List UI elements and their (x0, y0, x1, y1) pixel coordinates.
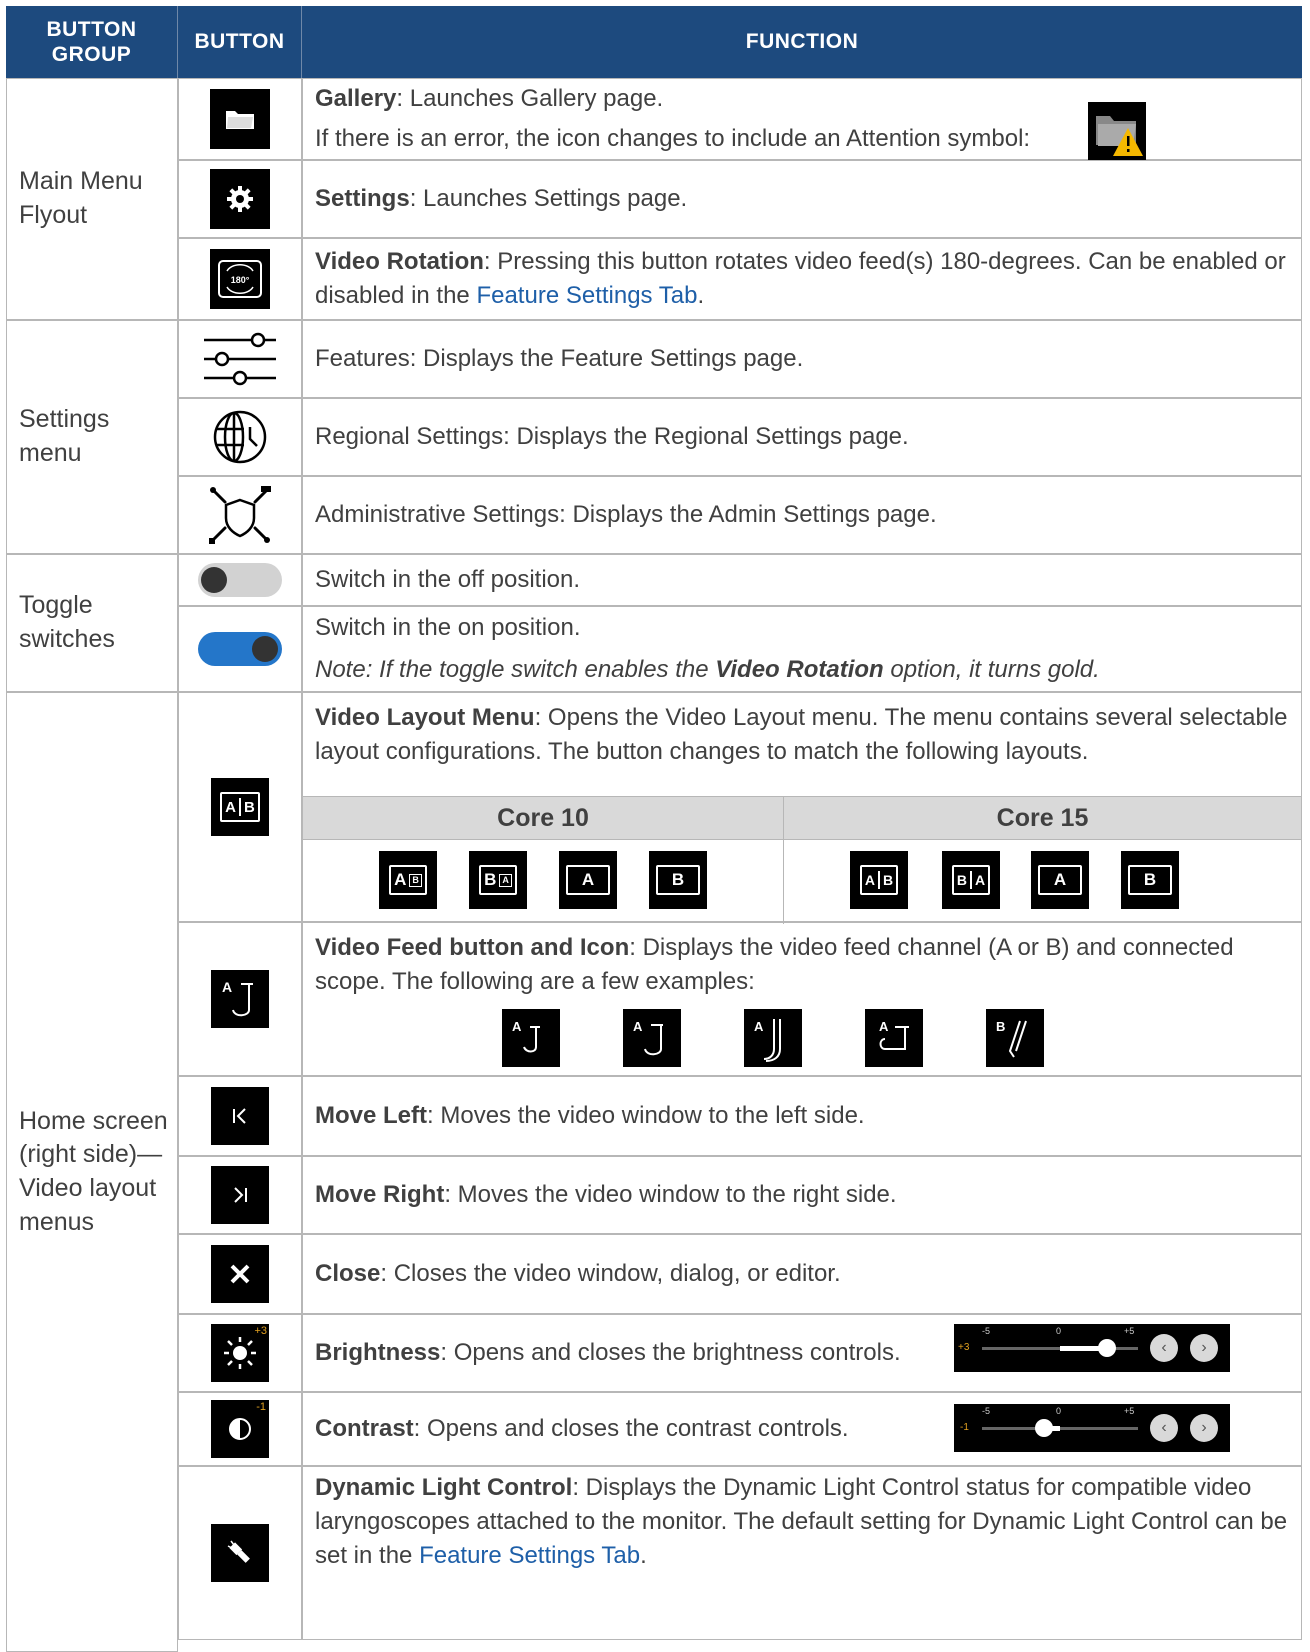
contrast-cell: -1 (178, 1392, 302, 1466)
admin-shield-tools-icon[interactable] (207, 484, 273, 546)
scope-example-icon: B (986, 1009, 1044, 1067)
move-left-cell (178, 1076, 302, 1156)
admin-button-cell (178, 476, 302, 554)
feed-function: Video Feed button and Icon: Displays the… (302, 922, 1302, 1076)
contrast-slider-preview: -1 -5 0 +5 ‹ › (954, 1404, 1230, 1452)
move-right-function: Move Right: Moves the video window to th… (302, 1156, 1302, 1234)
close-function: Close: Closes the video window, dialog, … (302, 1234, 1302, 1314)
dlc-cell (178, 1466, 302, 1640)
core15-layouts: AB BA A B (784, 839, 1301, 924)
brightness-slider-preview: +3 -5 0 +5 ‹ › (954, 1324, 1230, 1372)
gallery-button-cell (178, 78, 302, 160)
core10-layouts: AB BA A B (303, 839, 784, 924)
increase-icon: › (1190, 1334, 1218, 1362)
increase-icon: › (1190, 1414, 1218, 1442)
toggle-switch-off[interactable] (198, 563, 282, 597)
brightness-value-badge: +3 (254, 1325, 267, 1337)
svg-text:A: A (633, 1019, 643, 1034)
slider-knob (1035, 1419, 1054, 1437)
folder-icon[interactable] (210, 89, 270, 149)
sliders-icon[interactable] (202, 330, 278, 388)
layout-ba-side-icon[interactable]: BA (942, 851, 1000, 909)
layout-b-pip-a-icon[interactable]: BA (469, 851, 527, 909)
move-right-cell (178, 1156, 302, 1234)
decrease-icon: ‹ (1150, 1334, 1178, 1362)
flashlight-icon[interactable] (211, 1524, 269, 1582)
scope-example-icon: A (744, 1009, 802, 1067)
video-feed-a-icon[interactable]: A (211, 970, 269, 1028)
scope-example-icon: A (865, 1009, 923, 1067)
layout-a-pip-b-icon[interactable]: AB (379, 851, 437, 909)
layout-button-cell: AB (178, 692, 302, 922)
svg-text:180°: 180° (231, 275, 250, 285)
header-button: BUTTON (178, 6, 302, 78)
contrast-icon[interactable]: -1 (211, 1400, 269, 1458)
toggle-off-cell (178, 554, 302, 606)
toggle-on-cell (178, 606, 302, 692)
group-main-menu: Main Menu Flyout (6, 78, 178, 320)
core10-header: Core 10 (303, 797, 784, 839)
rotation-button-cell: 180° (178, 238, 302, 320)
layout-b-only-icon[interactable]: B (649, 851, 707, 909)
move-right-icon[interactable] (211, 1166, 269, 1224)
feature-settings-link[interactable]: Feature Settings Tab (476, 282, 697, 309)
layout-a-only-icon[interactable]: A (1031, 851, 1089, 909)
move-left-icon[interactable] (211, 1087, 269, 1145)
rotation-function: Video Rotation: Pressing this button rot… (302, 238, 1302, 320)
svg-text:A: A (754, 1019, 764, 1034)
decrease-icon: ‹ (1150, 1414, 1178, 1442)
brightness-icon[interactable]: +3 (211, 1324, 269, 1382)
toggle-switch-on[interactable] (198, 632, 282, 666)
features-function: Features: Displays the Feature Settings … (302, 320, 1302, 398)
layout-a-only-icon[interactable]: A (559, 851, 617, 909)
group-settings-menu: Settings menu (6, 320, 178, 554)
scope-example-icon: A (623, 1009, 681, 1067)
regional-function: Regional Settings: Displays the Regional… (302, 398, 1302, 476)
svg-text:A: A (512, 1019, 522, 1034)
group-toggle-switches: Toggle switches (6, 554, 178, 692)
folder-attention-icon (1088, 102, 1146, 160)
toggle-knob (252, 636, 278, 662)
toggle-knob (201, 567, 227, 593)
regional-button-cell (178, 398, 302, 476)
feed-button-cell: A (178, 922, 302, 1076)
folder-svg (226, 111, 254, 129)
globe-clock-icon[interactable] (212, 409, 268, 465)
scope-example-icon: A (502, 1009, 560, 1067)
toggle-off-function: Switch in the off position. (302, 554, 1302, 606)
close-icon[interactable] (211, 1245, 269, 1303)
settings-button-cell (178, 160, 302, 238)
slider-track (982, 1427, 1138, 1430)
header-button-group: BUTTON GROUP (6, 6, 178, 78)
header-function: FUNCTION (302, 6, 1302, 78)
brightness-cell: +3 (178, 1314, 302, 1392)
layout-function: Video Layout Menu: Opens the Video Layou… (302, 692, 1302, 924)
button-function-table: BUTTON GROUP BUTTON FUNCTION Main Menu F… (6, 6, 1302, 1652)
gallery-function: Gallery: Launches Gallery page. If there… (302, 78, 1302, 160)
group-home-screen: Home screen (right side)— Video layout m… (6, 692, 178, 1652)
slider-knob (1097, 1339, 1116, 1357)
svg-text:A: A (879, 1019, 889, 1034)
layout-b-only-icon[interactable]: B (1121, 851, 1179, 909)
rotate-180-icon[interactable]: 180° (210, 249, 270, 309)
layout-subtable: Core 10 Core 15 AB BA A B AB BA A B (303, 796, 1301, 924)
layout-ab-icon[interactable]: AB (211, 778, 269, 836)
feature-settings-link[interactable]: Feature Settings Tab (419, 1542, 640, 1569)
move-left-function: Move Left: Moves the video window to the… (302, 1076, 1302, 1156)
features-button-cell (178, 320, 302, 398)
settings-function: Settings: Launches Settings page. (302, 160, 1302, 238)
close-cell (178, 1234, 302, 1314)
gear-icon[interactable] (210, 169, 270, 229)
core15-header: Core 15 (784, 797, 1301, 839)
svg-text:A: A (222, 979, 232, 995)
admin-function: Administrative Settings: Displays the Ad… (302, 476, 1302, 554)
dlc-function: Dynamic Light Control: Displays the Dyna… (302, 1466, 1302, 1640)
contrast-value-badge: -1 (256, 1401, 266, 1413)
layout-ab-side-icon[interactable]: AB (850, 851, 908, 909)
toggle-on-function: Switch in the on position. Note: If the … (302, 606, 1302, 692)
svg-text:B: B (996, 1019, 1005, 1034)
